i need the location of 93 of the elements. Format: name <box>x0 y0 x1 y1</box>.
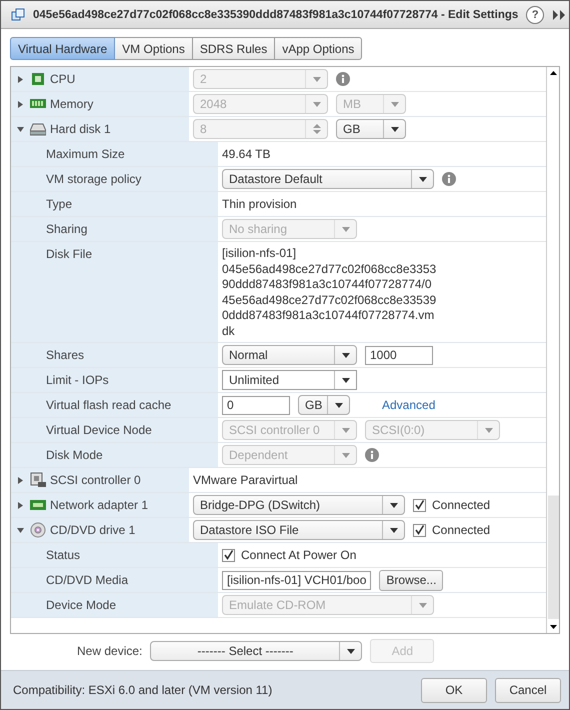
up-down-arrows-icon <box>312 123 320 135</box>
caret-icon <box>342 378 350 382</box>
info-icon <box>365 448 379 462</box>
double-arrow-icon <box>552 8 566 20</box>
caret-icon <box>342 352 350 358</box>
property-label: Disk Mode <box>46 448 103 462</box>
device-label[interactable]: Hard disk 1 <box>50 122 111 136</box>
property-label: Status <box>46 548 80 562</box>
browse-button[interactable]: Browse... <box>379 570 444 590</box>
input-field[interactable]: 0 <box>222 396 290 414</box>
dropdown: 2048 <box>193 94 328 114</box>
caret-icon <box>334 402 342 408</box>
property-label: Limit - IOPs <box>46 373 109 387</box>
property-label: Virtual Device Node <box>46 423 152 437</box>
expand-arrow-icon[interactable] <box>17 476 24 484</box>
property-label: Maximum Size <box>46 147 125 161</box>
tab[interactable]: vApp Options <box>275 37 362 60</box>
advanced-link[interactable]: Advanced <box>382 398 436 412</box>
property-label: Shares <box>46 348 84 362</box>
dropdown: Dependent <box>222 445 357 465</box>
caret-icon <box>346 648 355 654</box>
number-spinner: 8 <box>193 119 328 139</box>
property-label: Disk File <box>46 247 92 261</box>
hard-disk-icon <box>30 121 46 137</box>
cancel-button[interactable]: Cancel <box>495 678 561 702</box>
caret-icon <box>484 428 492 432</box>
input-field[interactable]: 1000 <box>365 346 433 364</box>
caret-icon <box>342 226 350 232</box>
dropdown: 2 <box>193 69 328 89</box>
caret-icon <box>390 102 398 106</box>
tab[interactable]: SDRS Rules <box>192 37 276 60</box>
new-device-label: New device: <box>77 644 142 658</box>
dropdown[interactable]: GB <box>336 119 406 139</box>
dropdown[interactable]: Datastore Default <box>222 169 434 189</box>
expand-arrow-icon[interactable] <box>17 100 24 108</box>
checkbox[interactable] <box>413 524 426 536</box>
input-field[interactable]: [isilion-nfs-01] VCH01/boo <box>222 570 372 590</box>
device-select[interactable]: ------- Select ------- <box>150 641 362 661</box>
info-icon <box>442 172 456 186</box>
dropdown: SCSI(0:0) <box>365 420 500 440</box>
tab[interactable]: VM Options <box>115 37 193 60</box>
checkbox[interactable] <box>413 498 426 512</box>
checkbox-label: Connected <box>432 523 490 537</box>
dropdown: SCSI controller 0 <box>222 420 357 440</box>
property-label: Sharing <box>46 222 88 236</box>
value-text: VMware Paravirtual <box>193 473 298 487</box>
caret-icon <box>390 126 398 132</box>
disc-icon <box>30 522 46 538</box>
ok-button[interactable]: OK <box>421 678 487 702</box>
dropdown[interactable]: Normal <box>222 345 357 365</box>
scroll-up-icon <box>550 71 556 75</box>
vm-icon <box>11 8 25 22</box>
dropdown: No sharing <box>222 219 357 239</box>
collapse-arrow-icon[interactable] <box>17 126 24 132</box>
dropdown: Emulate CD-ROM <box>222 595 434 615</box>
dropdown[interactable]: GB <box>298 395 350 415</box>
checkbox-label: Connected <box>432 498 490 512</box>
collapse-arrow-icon[interactable] <box>17 526 24 534</box>
network-card-icon <box>30 497 46 513</box>
dropdown[interactable]: Bridge-DPG (DSwitch) <box>193 495 405 515</box>
caret-icon <box>418 176 426 182</box>
property-label: Type <box>46 197 72 211</box>
window-title: 045e56ad498ce27d77c02f068cc8e335390ddd87483f981a3c10744f07728774 - Edit Settings <box>33 8 518 20</box>
expand-arrow-icon[interactable] <box>17 76 24 82</box>
caret-icon <box>342 452 350 458</box>
controller-icon <box>30 472 46 488</box>
property-label: Device Mode <box>46 598 116 612</box>
caret-icon <box>342 428 350 432</box>
caret-icon <box>390 502 398 508</box>
dropdown: MB <box>336 94 406 114</box>
checkbox[interactable] <box>222 548 235 562</box>
compatibility-text: Compatibility: ESXi 6.0 and later (VM version 11) <box>13 683 274 697</box>
scroll-down-icon <box>550 625 556 629</box>
device-label[interactable]: CPU <box>50 72 76 86</box>
value-text: 49.64 TB <box>222 147 270 161</box>
expand-arrow-icon[interactable] <box>17 502 24 508</box>
tab[interactable]: Virtual Hardware <box>10 37 116 60</box>
dropdown[interactable]: Unlimited <box>222 370 357 390</box>
property-label: VM storage policy <box>46 172 142 186</box>
info-icon <box>336 72 350 86</box>
caret-icon <box>390 528 398 532</box>
property-label: CD/DVD Media <box>46 573 128 587</box>
caret-icon <box>312 76 320 82</box>
caret-icon <box>312 102 320 106</box>
chip-icon <box>30 71 46 87</box>
checkbox-label: Connect At Power On <box>241 548 356 562</box>
help-button[interactable]: ? <box>526 6 544 24</box>
caret-icon <box>418 602 426 608</box>
file-path-text: [isilion-nfs-01] 045e56ad498ce27d77c02f068cc8e3353 90ddd87483f981a3c10744f07728774/0 45e56ad498ce27d77c02f068cc8e33539 0ddd87483f981a3c10744f07728774.vm dk <box>222 246 436 339</box>
device-label[interactable]: Memory <box>50 97 94 111</box>
value-text: Thin provision <box>222 197 297 211</box>
property-label: Virtual flash read cache <box>46 398 172 412</box>
dropdown[interactable]: Datastore ISO File <box>193 520 405 540</box>
